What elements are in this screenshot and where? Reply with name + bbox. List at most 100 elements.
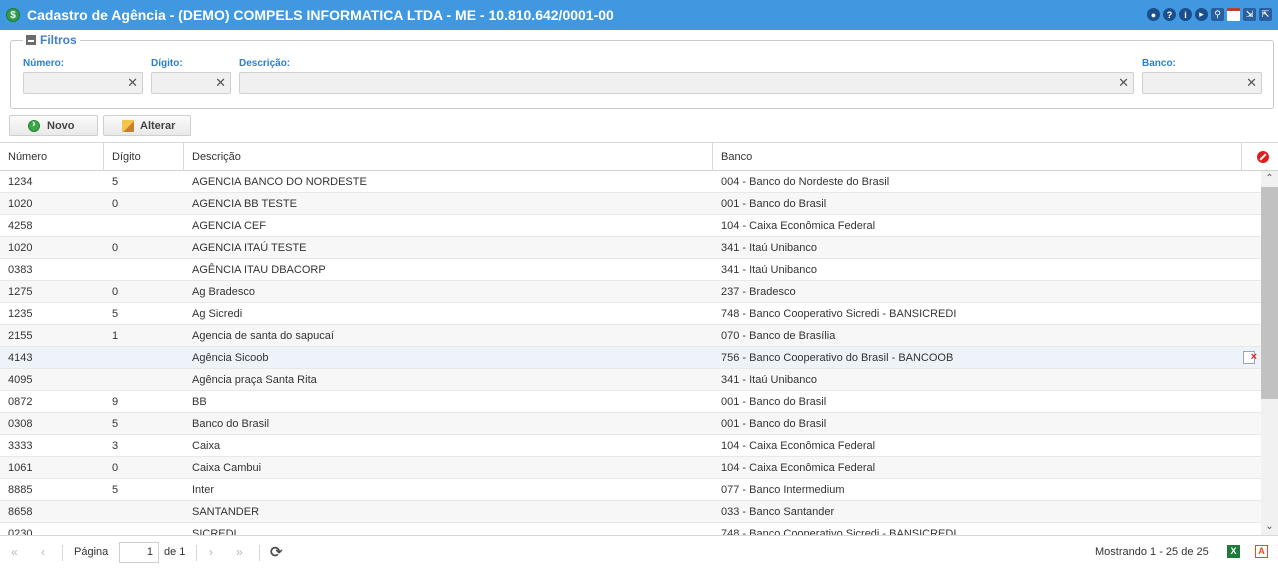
delete-record-icon[interactable]	[1243, 346, 1257, 368]
table-cell: 4258	[8, 220, 33, 232]
table-row[interactable]: 4143 Agência Sicoob 756 - Banco Cooperativ…	[0, 346, 1261, 369]
table-row[interactable]: 0230 SICREDI 748 - Banco Cooperativo Sicre…	[0, 523, 1261, 535]
table-cell: 104 - Caixa Econômica Federal	[721, 462, 876, 474]
table-cell: AGENCIA ITAÚ TESTE	[192, 242, 307, 254]
page-number-input[interactable]: 1	[119, 542, 159, 563]
table-cell: AGENCIA BANCO DO NORDESTE	[192, 176, 367, 188]
novo-button-label: Novo	[47, 119, 75, 132]
table-cell: 9	[112, 396, 119, 408]
table-row[interactable]: 0872 9 BB 001 - Banco do Brasil	[0, 391, 1261, 413]
info-icon[interactable]: i	[1179, 8, 1192, 21]
excel-export-icon[interactable]: X	[1227, 545, 1240, 558]
app-logo-icon: $	[6, 8, 20, 22]
table-cell: 3333	[8, 440, 33, 452]
circle-icon[interactable]: ●	[1147, 8, 1160, 21]
digito-label: Dígito:	[151, 58, 183, 69]
numero-label: Número:	[23, 58, 65, 69]
first-page-icon[interactable]: «	[11, 545, 18, 559]
table-cell: Caixa Cambui	[192, 462, 262, 474]
next-page-icon[interactable]: ›	[209, 545, 213, 559]
scrollbar-thumb[interactable]	[1261, 187, 1278, 399]
filters-legend[interactable]: Filtros	[23, 33, 80, 47]
clear-icon[interactable]: ✕	[1246, 76, 1257, 90]
table-row[interactable]: 0383 AGÊNCIA ITAU DBACORP 341 - Itaú Uniba…	[0, 259, 1261, 281]
clear-icon[interactable]: ✕	[215, 76, 226, 90]
table-cell: 756 - Banco Cooperativo do Brasil - BANC…	[721, 352, 954, 364]
table-row[interactable]: 1275 0 Ag Bradesco 237 - Bradesco	[0, 281, 1261, 303]
table-cell: 104 - Caixa Econômica Federal	[721, 440, 876, 452]
user-icon[interactable]: ⚲	[1211, 8, 1224, 21]
banco-label: Banco:	[1142, 58, 1176, 69]
table-cell: 3	[112, 440, 119, 452]
table-row[interactable]: 4095 Agência praça Santa Rita 341 - Itaú U…	[0, 369, 1261, 391]
pager-separator	[62, 545, 63, 561]
calendar-icon[interactable]	[1227, 8, 1240, 21]
table-cell: 001 - Banco do Brasil	[721, 418, 827, 430]
pdf-export-icon[interactable]: A	[1255, 545, 1268, 558]
prev-page-icon[interactable]: ‹	[41, 545, 45, 559]
table-cell: 1275	[8, 286, 33, 298]
numero-input[interactable]: ✕	[23, 72, 143, 94]
table-cell	[112, 347, 182, 369]
table-row[interactable]: 4258 AGENCIA CEF 104 - Caixa Econômica Fed…	[0, 215, 1261, 237]
last-page-icon[interactable]: »	[236, 545, 243, 559]
column-header-digito[interactable]: Dígito	[104, 143, 184, 171]
table-cell: 001 - Banco do Brasil	[721, 198, 827, 210]
novo-button[interactable]: Novo	[9, 115, 98, 136]
table-cell: 2155	[8, 330, 33, 342]
table-cell: 0872	[8, 396, 33, 408]
table-cell: 5	[112, 484, 119, 496]
table-cell: BB	[192, 396, 207, 408]
filters-panel: Filtros Número: ✕ Dígito: ✕ Descrição: ✕…	[10, 33, 1274, 109]
table-cell: 001 - Banco do Brasil	[721, 396, 827, 408]
disable-icon[interactable]	[1257, 151, 1269, 163]
clear-icon[interactable]: ✕	[127, 76, 138, 90]
table-row[interactable]: 1235 5 Ag Sicredi 748 - Banco Cooperativo S…	[0, 303, 1261, 325]
grid-header: Número Dígito Descrição Banco	[0, 142, 1278, 171]
table-row[interactable]: 3333 3 Caixa 104 - Caixa Econômica Federal	[0, 435, 1261, 457]
clear-icon[interactable]: ✕	[1118, 76, 1129, 90]
table-row[interactable]: 1234 5 AGENCIA BANCO DO NORDESTE 004 - Banc…	[0, 171, 1261, 193]
column-header-numero[interactable]: Número	[0, 143, 104, 171]
table-cell: 1235	[8, 308, 33, 320]
minimize-icon[interactable]: ⇲	[1243, 8, 1256, 21]
play-icon[interactable]: ▸	[1195, 8, 1208, 21]
table-cell: AGENCIA BB TESTE	[192, 198, 297, 210]
table-cell: SANTANDER	[192, 506, 260, 518]
alterar-button-label: Alterar	[140, 119, 176, 132]
help-icon[interactable]: ?	[1163, 8, 1176, 21]
digito-input[interactable]: ✕	[151, 72, 231, 94]
table-cell: 341 - Itaú Unibanco	[721, 374, 818, 386]
table-cell: 004 - Banco do Nordeste do Brasil	[721, 176, 890, 188]
column-header-descricao[interactable]: Descrição	[184, 143, 713, 171]
scroll-up-icon[interactable]: ⌃	[1261, 171, 1278, 187]
window-title: Cadastro de Agência - (DEMO) COMPELS INF…	[27, 7, 614, 23]
table-cell: 0	[112, 242, 119, 254]
scroll-down-icon[interactable]: ⌄	[1261, 519, 1278, 535]
alterar-button[interactable]: Alterar	[103, 115, 191, 136]
table-cell: Banco do Brasil	[192, 418, 270, 430]
table-cell: 748 - Banco Cooperativo Sicredi - BANSIC…	[721, 528, 957, 535]
column-header-banco[interactable]: Banco	[713, 143, 1242, 171]
table-cell: Agência Sicoob	[192, 352, 269, 364]
banco-input[interactable]: ✕	[1142, 72, 1262, 94]
table-cell: 1020	[8, 242, 33, 254]
add-icon	[28, 118, 40, 132]
table-cell: 8658	[8, 506, 33, 518]
maximize-icon[interactable]: ⇱	[1259, 8, 1272, 21]
table-row[interactable]: 1061 0 Caixa Cambui 104 - Caixa Econômica F…	[0, 457, 1261, 479]
refresh-icon[interactable]: ⟳	[270, 543, 283, 561]
descricao-input[interactable]: ✕	[239, 72, 1134, 94]
table-row[interactable]: 0308 5 Banco do Brasil 001 - Banco do Brasi…	[0, 413, 1261, 435]
table-cell: 104 - Caixa Econômica Federal	[721, 220, 876, 232]
collapse-icon[interactable]	[26, 35, 36, 45]
vertical-scrollbar[interactable]: ⌃ ⌄	[1261, 171, 1278, 535]
table-cell: 1020	[8, 198, 33, 210]
table-row[interactable]: 2155 1 Agencia de santa do sapucaí 070 - Ba…	[0, 325, 1261, 347]
table-row[interactable]: 1020 0 AGENCIA BB TESTE 001 - Banco do Bras…	[0, 193, 1261, 215]
table-row[interactable]: 8885 5 Inter 077 - Banco Intermedium	[0, 479, 1261, 501]
table-cell: 070 - Banco de Brasília	[721, 330, 836, 342]
column-header-actions	[1242, 143, 1278, 171]
table-row[interactable]: 8658 SANTANDER 033 - Banco Santander	[0, 501, 1261, 523]
table-row[interactable]: 1020 0 AGENCIA ITAÚ TESTE 341 - Itaú Uniban…	[0, 237, 1261, 259]
